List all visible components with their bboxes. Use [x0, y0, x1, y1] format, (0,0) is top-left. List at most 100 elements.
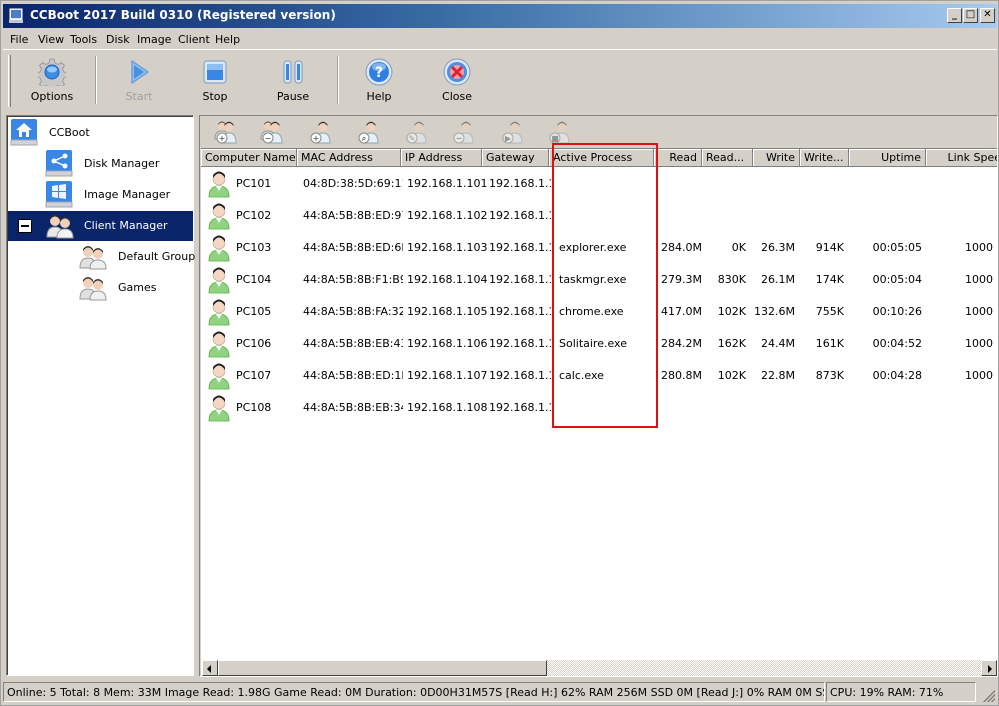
- start-client-icon: ▶: [502, 121, 523, 144]
- edit-client-icon: ✎: [406, 121, 427, 144]
- status-performance: CPU: 19% RAM: 71%: [826, 682, 976, 702]
- table-row[interactable]: PC108 44:8A:5B:8B:EB:34 192.168.1.108 192.1…: [201, 392, 997, 424]
- column-header-link-spee[interactable]: Link Spee: [926, 149, 997, 167]
- menu-disk[interactable]: Disk: [106, 33, 130, 46]
- cell-link-speed: 1000: [965, 273, 993, 286]
- cell-write-rate: 873K: [815, 369, 844, 382]
- cell-write-rate: 161K: [815, 337, 844, 350]
- cell-mac-address: 44:8A:5B:8B:F1:B9: [303, 273, 403, 286]
- column-header-ip-address[interactable]: IP Address: [401, 149, 482, 167]
- column-header-uptime[interactable]: Uptime: [849, 149, 926, 167]
- remove-group-button[interactable]: −: [260, 119, 286, 145]
- search-client-button[interactable]: ⌕: [356, 119, 382, 145]
- table-row[interactable]: PC107 44:8A:5B:8B:ED:1E 192.168.1.107 192.1…: [201, 360, 997, 392]
- tree-item-disk-manager[interactable]: Disk Manager: [45, 149, 190, 179]
- pause-button[interactable]: Pause: [261, 56, 325, 106]
- menu-client[interactable]: Client: [178, 33, 210, 46]
- column-header-write[interactable]: Write: [753, 149, 800, 167]
- options-button[interactable]: Options: [20, 56, 84, 106]
- close-window-button[interactable]: ✕: [980, 8, 995, 23]
- tree-item-label: Games: [118, 281, 157, 294]
- tree-item-ccboot[interactable]: CCBoot: [10, 118, 190, 148]
- tree-item-image-manager[interactable]: Image Manager: [45, 180, 190, 210]
- tree-item-client-manager[interactable]: Client Manager: [8, 211, 193, 241]
- menu-file[interactable]: File: [10, 33, 28, 46]
- column-header-read[interactable]: Read: [654, 149, 702, 167]
- stop-client-button[interactable]: ■: [547, 119, 573, 145]
- cell-link-speed: 1000: [965, 337, 993, 350]
- table-row[interactable]: PC105 44:8A:5B:8B:FA:32 192.168.1.105 192.1…: [201, 296, 997, 328]
- tree-item-label: Default Group: [118, 250, 196, 263]
- start-label: Start: [125, 90, 153, 103]
- tree-item-label: CCBoot: [49, 126, 90, 139]
- help-icon: ?: [365, 58, 393, 86]
- column-header-computer-name[interactable]: Computer Name: [201, 149, 297, 167]
- svg-text:+: +: [313, 134, 320, 143]
- tree-item-games[interactable]: Games: [79, 273, 189, 303]
- close-label: Close: [442, 90, 472, 103]
- cell-uptime: 00:05:04: [872, 273, 922, 286]
- start-client-button[interactable]: ▶: [500, 119, 526, 145]
- add-group-button[interactable]: +: [214, 119, 240, 145]
- column-header-mac-address[interactable]: MAC Address: [297, 149, 401, 167]
- menu-help[interactable]: Help: [215, 33, 240, 46]
- svg-text:+: +: [219, 134, 226, 143]
- help-button[interactable]: ? Help: [347, 56, 411, 106]
- cell-mac-address: 44:8A:5B:8B:EB:34: [303, 401, 403, 414]
- scroll-right-button[interactable]: [981, 660, 997, 676]
- tree-item-label: Disk Manager: [84, 157, 160, 170]
- horizontal-scrollbar[interactable]: [202, 660, 997, 676]
- minimize-button[interactable]: _: [947, 8, 962, 23]
- help-label: Help: [366, 90, 392, 103]
- tree-item-label: Image Manager: [84, 188, 171, 201]
- table-row[interactable]: PC101 04:8D:38:5D:69:11 192.168.1.101 192.1…: [201, 168, 997, 200]
- close-button[interactable]: Close: [425, 56, 489, 106]
- menu-view[interactable]: View: [38, 33, 64, 46]
- add-client-button[interactable]: +: [308, 119, 334, 145]
- scroll-left-button[interactable]: [202, 660, 218, 676]
- add-group-icon: +: [214, 121, 237, 144]
- svg-text:▶: ▶: [505, 134, 512, 143]
- cell-gateway: 192.168.1.1: [489, 273, 551, 286]
- navigation-tree: CCBoot Disk Manager Image Manager Client…: [6, 115, 195, 676]
- users-icon: [46, 215, 74, 239]
- add-client-icon: +: [310, 121, 331, 144]
- client-pc-icon: [208, 267, 230, 294]
- pause-label: Pause: [276, 90, 310, 103]
- menu-image[interactable]: Image: [137, 33, 171, 46]
- close-icon: [443, 58, 471, 86]
- scroll-thumb[interactable]: [218, 660, 547, 676]
- table-row[interactable]: PC104 44:8A:5B:8B:F1:B9 192.168.1.104 192.1…: [201, 264, 997, 296]
- table-row[interactable]: PC102 44:8A:5B:8B:ED:97 192.168.1.102 192.1…: [201, 200, 997, 232]
- resize-grip[interactable]: [983, 690, 995, 702]
- cell-uptime: 00:04:52: [872, 337, 922, 350]
- edit-client-button[interactable]: ✎: [404, 119, 430, 145]
- window-title: CCBoot 2017 Build 0310 (Registered versi…: [30, 8, 336, 22]
- stop-button[interactable]: Stop: [183, 56, 247, 106]
- cell-uptime: 00:10:26: [872, 305, 922, 318]
- column-header-active-process[interactable]: Active Process: [549, 149, 654, 167]
- table-row[interactable]: PC103 44:8A:5B:8B:ED:6E 192.168.1.103 192.1…: [201, 232, 997, 264]
- client-toolbar: + − + ⌕ ✎ − ▶ ■: [200, 116, 997, 148]
- column-header-gateway[interactable]: Gateway: [482, 149, 549, 167]
- toolbar-grip[interactable]: [8, 55, 11, 107]
- gear-icon: [38, 58, 66, 86]
- menu-tools[interactable]: Tools: [70, 33, 97, 46]
- tree-item-default-group[interactable]: Default Group: [79, 242, 195, 272]
- column-header-write[interactable]: Write...: [800, 149, 849, 167]
- client-pc-icon: [208, 171, 230, 198]
- maximize-button[interactable]: □: [963, 8, 978, 23]
- remove-client-button[interactable]: −: [451, 119, 477, 145]
- cell-mac-address: 44:8A:5B:8B:ED:97: [303, 209, 403, 222]
- list-header: Computer Name MAC Address IP Address Gatewa…: [201, 149, 997, 167]
- main-toolbar: Options Start Stop Pause ? Help Close: [3, 52, 997, 110]
- collapse-toggle[interactable]: [18, 219, 32, 233]
- cell-active-process: explorer.exe: [559, 241, 627, 254]
- cell-link-speed: 1000: [965, 369, 993, 382]
- cell-link-speed: 1000: [965, 241, 993, 254]
- column-header-read[interactable]: Read...: [702, 149, 753, 167]
- windows-drive-icon: [45, 181, 73, 208]
- table-row[interactable]: PC106 44:8A:5B:8B:EB:43 192.168.1.106 192.1…: [201, 328, 997, 360]
- start-button[interactable]: Start: [107, 56, 171, 106]
- play-icon: [131, 60, 149, 84]
